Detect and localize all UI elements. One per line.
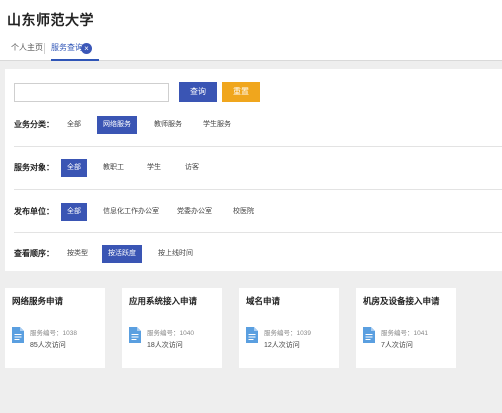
top-header: 山东师范大学: [0, 0, 502, 36]
service-number: 服务编号：1038: [30, 330, 77, 337]
publisher-option-it-office[interactable]: 信息化工作办公室: [97, 203, 165, 221]
service-number: 服务编号：1040: [147, 330, 194, 337]
visit-count: 18人次访问: [147, 342, 183, 349]
document-icon: [363, 327, 375, 343]
search-input[interactable]: [14, 83, 169, 102]
business-category-label: 业务分类：: [14, 120, 54, 129]
card-title: 机房及设备接入申请: [363, 296, 440, 306]
divider: [14, 232, 502, 233]
publisher-label: 发布单位：: [14, 207, 54, 216]
order-option-type[interactable]: 按类型: [61, 245, 94, 263]
business-option-teacher[interactable]: 教师服务: [148, 116, 188, 134]
document-icon: [12, 327, 24, 343]
service-number: 服务编号：1041: [381, 330, 428, 337]
audience-label: 服务对象：: [14, 163, 54, 172]
tab-home[interactable]: 个人主页: [11, 36, 43, 60]
card-title: 应用系统接入申请: [129, 296, 198, 306]
sort-order-label: 查看顺序：: [14, 249, 54, 258]
school-name: 山东师范大学: [7, 12, 94, 28]
divider: [14, 146, 502, 147]
business-option-student[interactable]: 学生服务: [197, 116, 237, 134]
order-option-online-time[interactable]: 按上线时间: [152, 245, 199, 263]
visit-count: 7人次访问: [381, 342, 413, 349]
document-icon: [246, 327, 258, 343]
publisher-option-party-office[interactable]: 党委办公室: [171, 203, 218, 221]
filter-panel: 查询 重置 业务分类： 全部 网络服务 教师服务 学生服务 服务对象： 全部 教…: [5, 69, 502, 271]
service-card-list: 网络服务申请 服务编号：1038 85人次访问 应用系统接入申请 服务编号：10…: [5, 288, 502, 368]
visit-count: 12人次访问: [264, 342, 300, 349]
card-title: 网络服务申请: [12, 296, 64, 306]
reset-button[interactable]: 重置: [222, 82, 260, 102]
publisher-option-all[interactable]: 全部: [61, 203, 87, 221]
audience-option-staff[interactable]: 教职工: [97, 159, 130, 177]
business-option-all[interactable]: 全部: [61, 116, 87, 134]
audience-option-student[interactable]: 学生: [141, 159, 167, 177]
business-option-network[interactable]: 网络服务: [97, 116, 137, 134]
order-option-activity[interactable]: 按活跃度: [102, 245, 142, 263]
visit-count: 85人次访问: [30, 342, 66, 349]
tab-bar: 个人主页 服务查询 ×: [0, 36, 502, 61]
card-title: 域名申请: [246, 296, 281, 306]
service-card[interactable]: 应用系统接入申请 服务编号：1040 18人次访问: [122, 288, 222, 368]
service-card[interactable]: 域名申请 服务编号：1039 12人次访问: [239, 288, 339, 368]
publisher-option-hospital[interactable]: 校医院: [227, 203, 260, 221]
audience-option-all[interactable]: 全部: [61, 159, 87, 177]
document-icon: [129, 327, 141, 343]
close-icon[interactable]: ×: [81, 43, 92, 54]
query-button[interactable]: 查询: [179, 82, 217, 102]
service-card[interactable]: 网络服务申请 服务编号：1038 85人次访问: [5, 288, 105, 368]
service-card[interactable]: 机房及设备接入申请 服务编号：1041 7人次访问: [356, 288, 456, 368]
audience-option-visitor[interactable]: 访客: [179, 159, 205, 177]
service-number: 服务编号：1039: [264, 330, 311, 337]
divider: [14, 189, 502, 190]
tab-separator: [44, 43, 45, 54]
